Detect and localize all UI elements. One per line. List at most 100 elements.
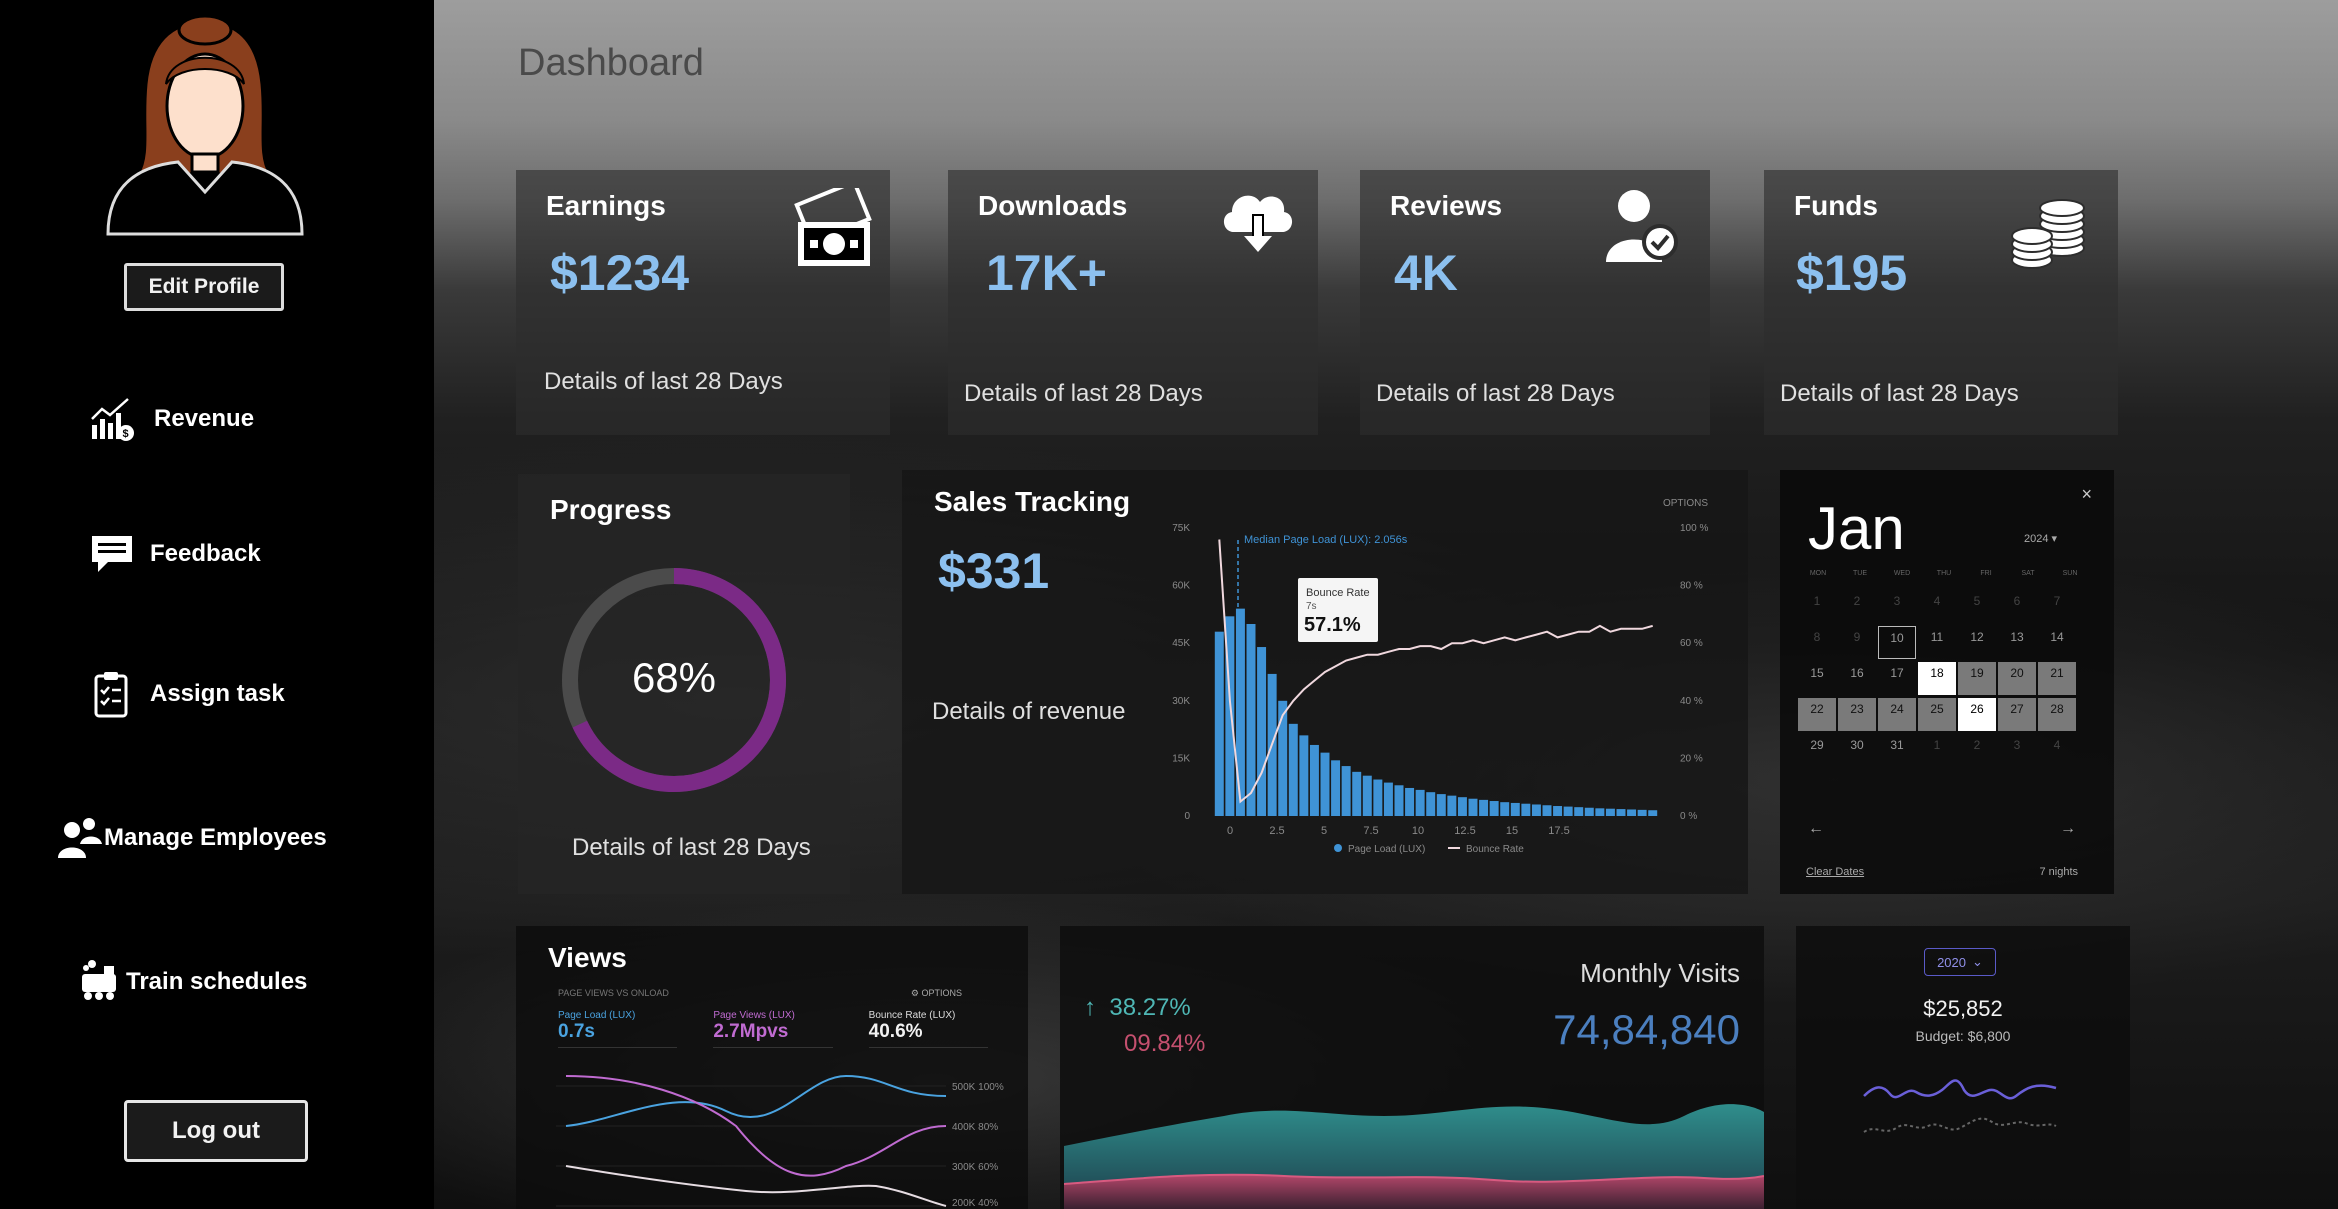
sales-options: OPTIONS (1663, 498, 1708, 509)
calendar-day[interactable]: 14 (2038, 626, 2076, 659)
funds-title: Funds (1794, 190, 1878, 221)
visits-down-value: 09.84% (1124, 1030, 1206, 1057)
calendar-month: Jan (1808, 495, 1905, 562)
nav-feedback-label: Feedback (150, 540, 261, 567)
metric-label: Bounce Rate (LUX) (868, 1010, 956, 1021)
calendar-day[interactable]: 23 (1838, 698, 1876, 731)
calendar-day[interactable]: 9 (1838, 626, 1876, 659)
monthly-visits-card[interactable]: Monthly Visits 74,84,840 ↑ 38.27% 09.84% (1060, 926, 1764, 1209)
revenue-chart-icon: $ (91, 398, 134, 441)
calendar-day[interactable]: 8 (1798, 626, 1836, 659)
calendar-day[interactable]: 6 (1998, 590, 2036, 623)
nav-feedback[interactable]: Feedback (88, 530, 261, 578)
calendar-year-select[interactable]: 2024 ▾ (2024, 532, 2057, 545)
arrow-up-icon: ↑ (1084, 994, 1096, 1021)
y-right-tick: 80 % (1680, 581, 1703, 592)
page-load-bar (1563, 806, 1573, 816)
x-tick: 2.5 (1269, 825, 1284, 837)
downloads-title: Downloads (978, 190, 1128, 221)
calendar-card[interactable]: × Jan 2024 ▾ MON TUE WED THU FRI SAT SUN 12345… (1780, 470, 2114, 894)
calendar-clear-dates[interactable]: Clear Dates (1806, 866, 1864, 878)
calendar-day[interactable]: 30 (1838, 734, 1876, 767)
funds-card[interactable]: Funds $195 Details of last 28 Days (1764, 170, 2118, 435)
sales-tracking-card[interactable]: Sales Tracking $331 Details of revenue O… (902, 470, 1748, 894)
calendar-day[interactable]: 11 (1918, 626, 1956, 659)
calendar-day[interactable]: 17 (1878, 662, 1916, 695)
calendar-day[interactable]: 22 (1798, 698, 1836, 731)
page-load-bar (1257, 647, 1267, 816)
chevron-down-icon: ⌄ (1972, 954, 1983, 969)
views-options[interactable]: ⚙ OPTIONS (911, 988, 962, 999)
calendar-day[interactable]: 27 (1998, 698, 2036, 731)
calendar-day[interactable]: 31 (1878, 734, 1916, 767)
earnings-card[interactable]: Earnings $1234 Details of last 28 Days (516, 170, 890, 435)
nav-manage-employees[interactable]: Manage Employees (56, 814, 327, 862)
logout-button[interactable]: Log out (124, 1100, 308, 1162)
budget-card[interactable]: 2020 ⌄ $25,852 Budget: $6,800 (1796, 926, 2130, 1209)
nav-assign-task[interactable]: Assign task (88, 670, 285, 718)
page-load-bar (1352, 771, 1362, 816)
calendar-day[interactable]: 25 (1918, 698, 1956, 731)
page-load-bar (1637, 809, 1647, 816)
calendar-day[interactable]: 19 (1958, 662, 1996, 695)
calendar-day[interactable]: 24 (1878, 698, 1916, 731)
calendar-day[interactable]: 7 (2038, 590, 2076, 623)
downloads-card[interactable]: Downloads 17K+ Details of last 28 Days (948, 170, 1318, 435)
nav-revenue[interactable]: $ Revenue (88, 395, 254, 443)
edit-profile-button[interactable]: Edit Profile (124, 263, 284, 311)
reviews-card[interactable]: Reviews 4K Details of last 28 Days (1360, 170, 1710, 435)
y-right-tick: 0 % (1680, 811, 1697, 822)
calendar-day[interactable]: 4 (2038, 734, 2076, 767)
calendar-day[interactable]: 10 (1878, 626, 1916, 659)
calendar-next-icon[interactable]: → (2060, 820, 2076, 838)
page-load-bar (1510, 802, 1520, 816)
calendar-day[interactable]: 18 (1918, 662, 1956, 695)
page-load-bar (1500, 802, 1510, 816)
calendar-prev-icon[interactable]: ← (1808, 820, 1824, 838)
views-metrics: Page Load (LUX) 0.7s Page Views (LUX) 2.… (558, 1010, 988, 1048)
earnings-value: $1234 (550, 245, 690, 301)
calendar-day[interactable]: 2 (1838, 590, 1876, 623)
tooltip-value: 57.1% (1304, 614, 1361, 636)
y-left-tick: 60K (1172, 581, 1190, 592)
calendar-day[interactable]: 20 (1998, 662, 2036, 695)
progress-card[interactable]: Progress 68% Details of last 28 Days (518, 474, 850, 894)
calendar-close-button[interactable]: × (2081, 484, 2092, 505)
x-tick: 10 (1412, 825, 1424, 837)
views-card[interactable]: Views PAGE VIEWS VS ONLOAD ⚙ OPTIONS Pag… (516, 926, 1028, 1209)
coins-icon (2011, 199, 2085, 269)
calendar-day[interactable]: 3 (1878, 590, 1916, 623)
nav-train-schedules[interactable]: Train schedules (78, 958, 307, 1006)
budget-year-select[interactable]: 2020 ⌄ (1924, 948, 1996, 976)
calendar-day[interactable]: 5 (1958, 590, 1996, 623)
calendar-nights: 7 nights (2039, 866, 2078, 878)
calendar-day[interactable]: 2 (1958, 734, 1996, 767)
calendar-day[interactable]: 1 (1798, 590, 1836, 623)
calendar-day[interactable]: 21 (2038, 662, 2076, 695)
metric-value: 40.6% (868, 1021, 923, 1042)
calendar-day[interactable]: 3 (1998, 734, 2036, 767)
calendar-day[interactable]: 1 (1918, 734, 1956, 767)
funds-sub: Details of last 28 Days (1780, 380, 2019, 407)
views-bounce-line (565, 1165, 947, 1207)
tooltip-sub: 7s (1306, 601, 1317, 612)
calendar-week: 29 30 31 1 2 3 4 (1798, 734, 2098, 767)
calendar-day[interactable]: 13 (1998, 626, 2036, 659)
calendar-day[interactable]: 26 (1958, 698, 1996, 731)
calendar-day[interactable]: 4 (1918, 590, 1956, 623)
calendar-day[interactable]: 12 (1958, 626, 1996, 659)
train-icon (82, 960, 116, 1000)
y-left-tick: 15K (1172, 753, 1190, 764)
page-load-bar (1214, 631, 1224, 816)
calendar-day[interactable]: 29 (1798, 734, 1836, 767)
budget-year: 2020 (1937, 954, 1966, 970)
svg-text:$: $ (123, 428, 129, 440)
calendar-day[interactable]: 15 (1798, 662, 1836, 695)
earnings-title: Earnings (546, 190, 666, 221)
weekday-label: SUN (2062, 570, 2078, 577)
calendar-day[interactable]: 28 (2038, 698, 2076, 731)
nav-assign-task-label: Assign task (150, 680, 285, 707)
y-left-tick: 75K (1172, 523, 1190, 534)
calendar-day[interactable]: 16 (1838, 662, 1876, 695)
legend-page-load-dot (1334, 844, 1342, 852)
